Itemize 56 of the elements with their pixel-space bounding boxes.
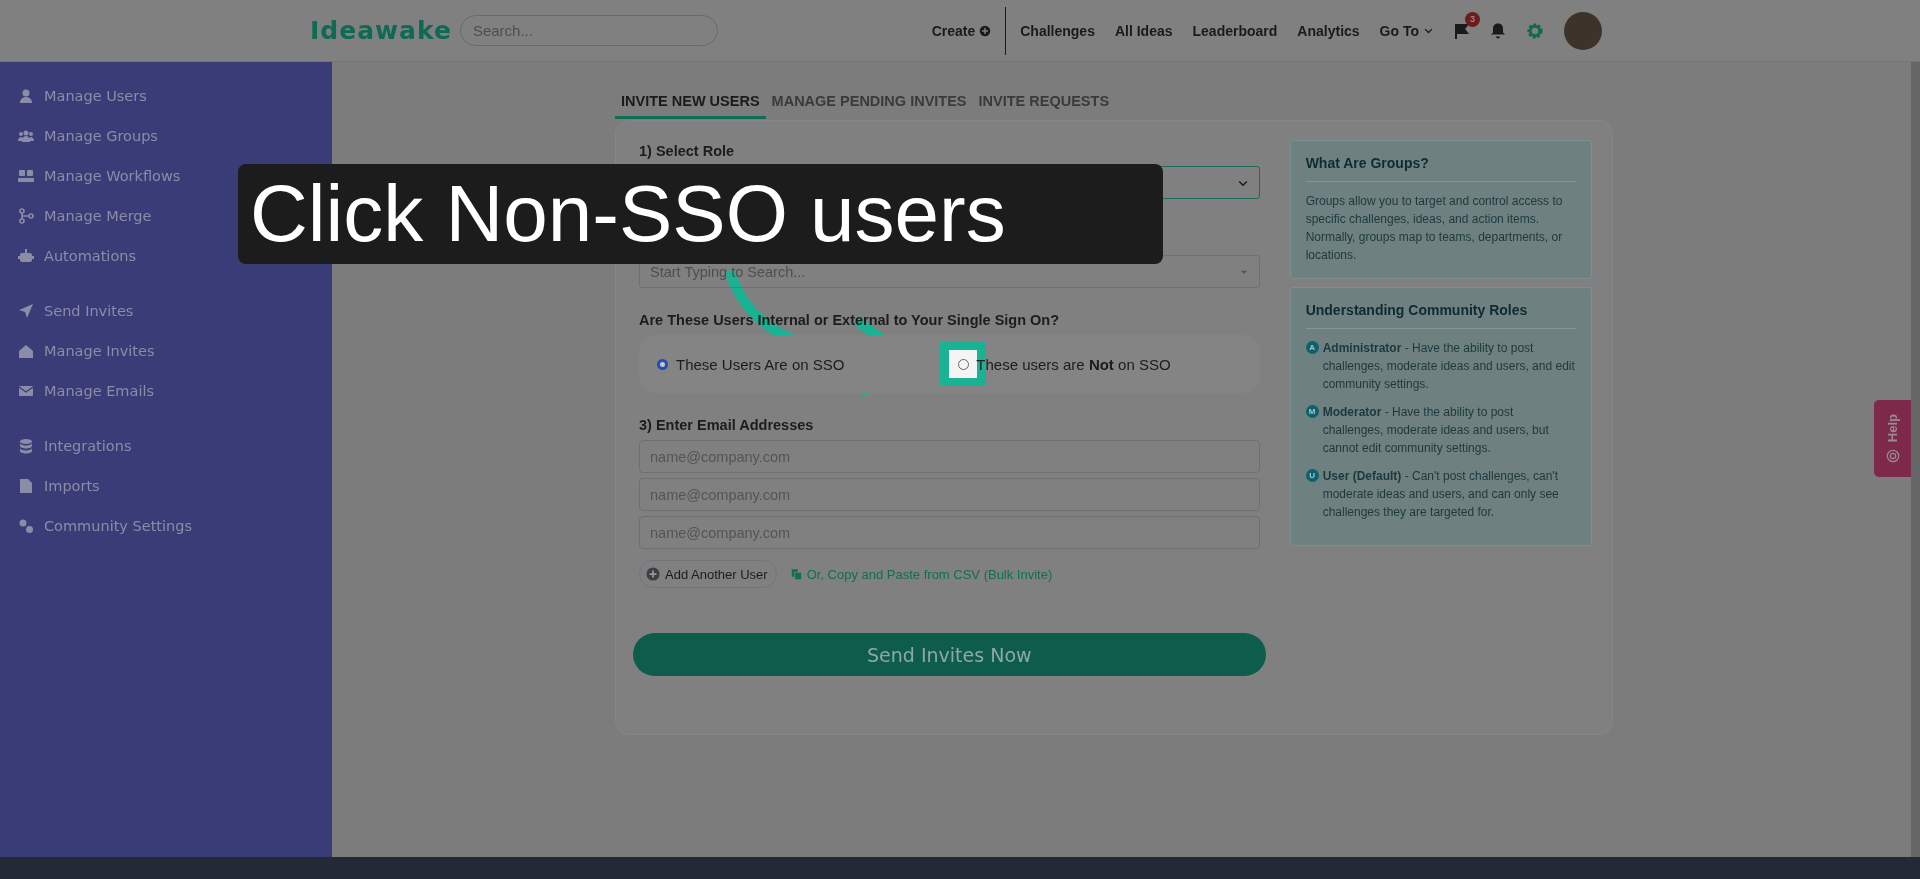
- nav-link[interactable]: Analytics: [1297, 22, 1360, 39]
- field-label: 3) Enter Email Addresses: [639, 417, 815, 433]
- sidebar-item[interactable]: Community Settings: [18, 506, 332, 546]
- paper-plane-icon: [18, 303, 34, 319]
- bell-icon: [1490, 22, 1506, 39]
- role-badge: A: [1305, 341, 1319, 354]
- radio-button[interactable]: [657, 358, 668, 370]
- sidebar-item[interactable]: Integrations: [18, 426, 332, 466]
- sidebar-item[interactable]: Imports: [18, 466, 332, 506]
- radio-button[interactable]: [957, 358, 969, 370]
- envelope-icon: [18, 383, 34, 399]
- sidebar-item[interactable]: Manage Invites: [18, 331, 332, 371]
- nav-link[interactable]: All Ideas: [1114, 22, 1173, 39]
- go-to-menu[interactable]: Go To: [1379, 22, 1434, 39]
- send-invites-button[interactable]: Send Invites Now: [633, 633, 1266, 676]
- role-badge: M: [1305, 405, 1319, 418]
- notification-badge: 3: [1465, 11, 1480, 27]
- scrollbar[interactable]: [1911, 62, 1920, 857]
- panel-title: Understanding Community Roles: [1305, 302, 1576, 329]
- panel-text: Groups allow you to target and control access to specific challenges, ideas, and action items. Normally, groups map to teams, departments, or locations.: [1305, 193, 1564, 264]
- copy-icon: [790, 567, 803, 581]
- people-icon: [18, 128, 34, 144]
- sidebar-item[interactable]: Send Invites: [18, 291, 332, 331]
- lifebuoy-icon: [1885, 448, 1900, 463]
- create-menu[interactable]: Create: [931, 22, 992, 39]
- csv-link[interactable]: Or, Copy and Paste from CSV (Bulk Invite): [790, 566, 1053, 582]
- person-icon: [18, 88, 34, 104]
- tab[interactable]: MANAGE PENDING INVITES: [765, 86, 973, 119]
- help-tab[interactable]: Help: [1874, 400, 1911, 477]
- role-description: Administrator - Have the ability to post challenges, moderate ideas and users, and edit community settings.: [1322, 340, 1576, 393]
- flag-icon: [1454, 21, 1470, 40]
- file-icon: [18, 478, 34, 494]
- gears-icon: [18, 518, 34, 534]
- plus-circle-icon: [979, 24, 992, 37]
- tutorial-tooltip: Click Non-SSO users: [238, 164, 1163, 264]
- gear-icon: [1526, 21, 1544, 40]
- nav-link[interactable]: Leaderboard: [1192, 22, 1278, 39]
- role-badge: U: [1305, 469, 1319, 482]
- blocks-icon: [18, 168, 34, 184]
- branch-icon: [18, 208, 34, 224]
- avatar[interactable]: [1564, 11, 1602, 50]
- sidebar-item[interactable]: Manage Groups: [18, 116, 332, 156]
- role-description: User (Default) - Can't post challenges, can't moderate ideas and users, and can only see challenges they are targeted for.: [1322, 468, 1560, 521]
- sidebar-item[interactable]: Manage Users: [18, 76, 332, 116]
- logo[interactable]: Ideawake: [310, 16, 452, 45]
- field-label: 1) Select Role: [639, 143, 736, 159]
- plus-circle-icon: [646, 567, 660, 581]
- tab[interactable]: INVITE REQUESTS: [972, 86, 1116, 119]
- role-description: Moderator - Have the ability to post challenges, moderate ideas and users, but cannot edit community settings.: [1322, 404, 1550, 457]
- nav-link[interactable]: Challenges: [1020, 22, 1095, 39]
- database-icon: [18, 438, 34, 454]
- robot-icon: [18, 248, 34, 264]
- sidebar-item[interactable]: Manage Emails: [18, 371, 332, 411]
- add-user-button[interactable]: Add Another User: [639, 560, 777, 588]
- panel-title: What Are Groups?: [1305, 155, 1576, 182]
- house-icon: [18, 343, 34, 359]
